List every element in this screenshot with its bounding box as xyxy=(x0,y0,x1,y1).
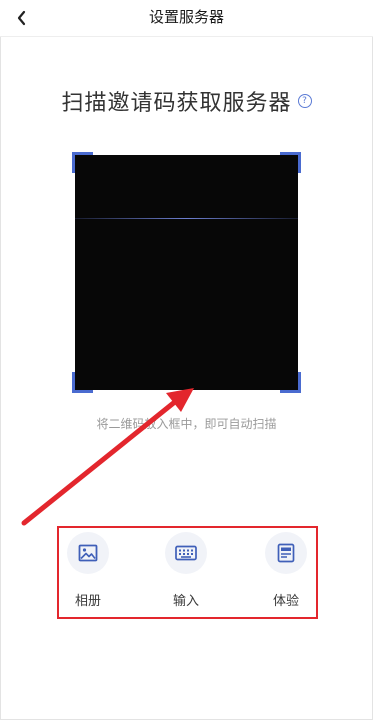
page-title: 设置服务器 xyxy=(148,8,224,26)
manual-input-button[interactable]: 输入 xyxy=(151,532,221,609)
nav-bar: 设置服务器 xyxy=(0,0,373,37)
trial-icon-circle xyxy=(265,532,307,574)
back-button[interactable] xyxy=(8,4,36,32)
input-label: 输入 xyxy=(172,594,199,609)
headline: 扫描邀请码获取服务器 ? xyxy=(0,86,373,116)
input-icon-circle xyxy=(165,532,207,574)
album-button[interactable]: 相册 xyxy=(53,532,123,609)
scanner-corner-bottom-left xyxy=(72,372,93,393)
scanner-corner-bottom-right xyxy=(280,372,301,393)
chevron-left-icon xyxy=(17,10,26,26)
album-label: 相册 xyxy=(74,594,101,609)
server-icon xyxy=(277,543,295,563)
scanner-corner-top-right xyxy=(280,152,301,173)
scan-line xyxy=(75,218,298,219)
trial-label: 体验 xyxy=(272,594,299,609)
scan-hint: 将二维码放入框中，即可自动扫描 xyxy=(96,417,277,431)
help-icon[interactable]: ? xyxy=(297,94,312,108)
album-icon-circle xyxy=(67,532,109,574)
qr-scanner-frame xyxy=(72,152,301,393)
image-icon xyxy=(78,544,98,562)
headline-text: 扫描邀请码获取服务器 xyxy=(61,91,292,116)
trial-button[interactable]: 体验 xyxy=(251,532,321,609)
keyboard-icon xyxy=(175,545,197,561)
scanner-corner-top-left xyxy=(72,152,93,173)
camera-preview xyxy=(75,155,298,390)
